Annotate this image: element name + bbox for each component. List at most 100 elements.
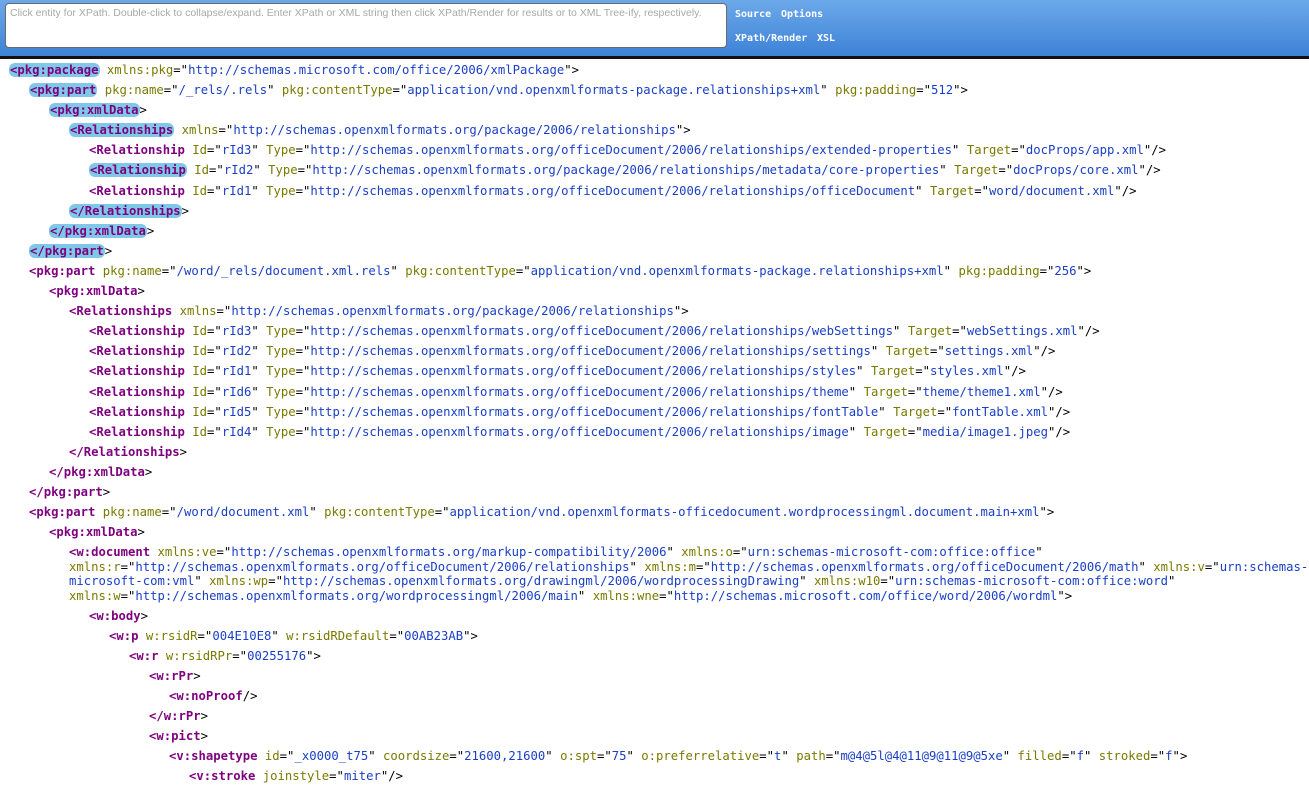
xml-attr-quote: " bbox=[577, 589, 586, 604]
xml-attr-name: pkg:contentType bbox=[324, 505, 435, 520]
xml-element-tag[interactable]: <w:rPr bbox=[149, 669, 193, 683]
xml-attr-equals: =" bbox=[218, 123, 234, 138]
xml-attr-value: rId3 bbox=[221, 143, 252, 158]
xml-attr-value: http://schemas.openxmlformats.org/markup… bbox=[231, 545, 667, 560]
xml-attr-name: pkg:contentType bbox=[405, 263, 516, 278]
xml-attr-name: Id bbox=[192, 324, 208, 339]
xml-element-tag[interactable]: <Relationship bbox=[89, 143, 185, 157]
xml-attr-name: xmlns:wp bbox=[209, 574, 269, 589]
xml-attr-value: rId1 bbox=[221, 183, 252, 198]
xml-element-tag[interactable]: </pkg:xmlData bbox=[49, 223, 147, 238]
xml-tag-close: > bbox=[137, 525, 145, 540]
xml-attr-equals: =" bbox=[732, 545, 748, 560]
xml-element-tag[interactable]: <Relationship bbox=[89, 184, 185, 198]
options-link[interactable]: Options bbox=[781, 9, 823, 20]
xml-element-tag[interactable]: <Relationship bbox=[89, 425, 185, 439]
xml-attr-quote: " bbox=[1114, 183, 1122, 198]
xml-element-tag[interactable]: <w:r bbox=[129, 649, 159, 663]
xml-attr-name: Target bbox=[907, 324, 953, 339]
xml-attr-quote: " bbox=[1035, 545, 1043, 560]
xml-element-tag[interactable]: <pkg:part bbox=[29, 264, 95, 278]
xml-line: <pkg:part pkg:name="/word/_rels/document… bbox=[9, 261, 1309, 281]
xml-element-tag[interactable]: <w:noProof bbox=[169, 689, 243, 703]
xml-line: <w:noProof/> bbox=[9, 686, 1309, 706]
xml-element-tag[interactable]: </Relationships bbox=[69, 445, 180, 459]
source-link[interactable]: Source bbox=[735, 9, 771, 20]
xml-element-tag[interactable]: <pkg:xmlData bbox=[49, 103, 140, 118]
xml-attr-equals: =" bbox=[216, 545, 232, 560]
xml-element-tag[interactable]: </Relationships bbox=[69, 203, 182, 218]
xml-attr-name: stroked bbox=[1098, 749, 1151, 764]
xml-attr-name: Type bbox=[266, 344, 296, 359]
xml-attr-name: xmlns:w bbox=[69, 589, 121, 604]
xml-element-tag[interactable]: <Relationship bbox=[89, 364, 185, 378]
xml-attr-equals: =" bbox=[295, 384, 311, 399]
xml-attr-value: http://schemas.openxmlformats.org/wordpr… bbox=[135, 589, 578, 604]
xml-attr-value: http://schemas.openxmlformats.org/office… bbox=[310, 344, 871, 359]
xml-element-tag[interactable]: </pkg:part bbox=[29, 243, 105, 258]
xml-attr-name: Type bbox=[266, 424, 296, 439]
xml-attr-value: media/image1.jpeg bbox=[922, 424, 1048, 439]
xml-attr-equals: =" bbox=[389, 628, 405, 643]
xml-attr-quote: " bbox=[1033, 344, 1041, 359]
xml-attr-name: Target bbox=[870, 364, 916, 379]
xml-attr-equals: =" bbox=[515, 263, 531, 278]
xml-attr-name: xmlns:ve bbox=[157, 545, 217, 560]
xml-element-tag[interactable]: </w:rPr bbox=[149, 709, 201, 723]
xml-attr-name: xmlns:m bbox=[644, 559, 696, 574]
xml-tag-close: > bbox=[179, 444, 188, 459]
xml-attr-name: Type bbox=[266, 324, 296, 339]
xml-element-tag[interactable]: <Relationship bbox=[89, 385, 185, 399]
xml-attr-equals: =" bbox=[1039, 263, 1055, 278]
xml-attr-value: http://schemas.openxmlformats.org/packag… bbox=[231, 304, 674, 319]
xml-attr-name: xmlns:o bbox=[681, 545, 733, 560]
xml-tag-close: > bbox=[200, 729, 209, 744]
xml-element-tag[interactable]: </pkg:xmlData bbox=[49, 465, 145, 479]
xml-line: <pkg:part pkg:name="/word/document.xml" … bbox=[9, 502, 1309, 522]
xml-element-tag[interactable]: <Relationships bbox=[69, 304, 172, 318]
xml-element-tag[interactable]: <pkg:part bbox=[29, 83, 98, 98]
xml-attr-quote: " bbox=[878, 404, 886, 419]
xml-attr-name: Type bbox=[266, 404, 296, 419]
xml-attr-quote: " bbox=[463, 628, 471, 643]
xml-attr-equals: =" bbox=[659, 589, 674, 604]
xml-attr-value: t bbox=[774, 749, 782, 764]
xml-element-tag[interactable]: <pkg:xmlData bbox=[49, 284, 138, 298]
xml-attr-quote: " bbox=[856, 364, 864, 379]
xml-attr-equals: =" bbox=[295, 424, 311, 439]
xml-element-tag[interactable]: <w:body bbox=[89, 609, 141, 623]
xml-attr-equals: =" bbox=[207, 324, 222, 339]
xml-line: <w:pict> bbox=[9, 726, 1309, 746]
xml-line: <w:p w:rsidR="004E10E8" w:rsidRDefault="… bbox=[9, 626, 1309, 646]
xml-element-tag[interactable]: <Relationship bbox=[89, 344, 185, 358]
xml-element-tag[interactable]: <pkg:xmlData bbox=[49, 525, 138, 539]
xml-attr-name: xmlns:wne bbox=[592, 589, 660, 604]
xml-element-tag[interactable]: <pkg:part bbox=[29, 505, 95, 519]
xml-tag-close: > bbox=[139, 103, 147, 118]
xpath-input[interactable] bbox=[5, 3, 727, 48]
xml-tag-close: > bbox=[144, 464, 153, 479]
xml-element-tag[interactable]: <Relationships bbox=[69, 123, 175, 138]
xml-element-tag[interactable]: <Relationship bbox=[89, 163, 187, 178]
xml-tag-close: > bbox=[102, 484, 111, 499]
xml-attr-name: Target bbox=[966, 143, 1012, 158]
xml-line: <pkg:xmlData> bbox=[9, 100, 1309, 120]
xml-element-tag[interactable]: <Relationship bbox=[89, 324, 185, 338]
xml-attr-name: xmlns:r bbox=[69, 559, 121, 574]
xml-element-tag[interactable]: </pkg:part bbox=[29, 485, 103, 499]
xml-line: </pkg:part> bbox=[9, 241, 1309, 261]
xml-attr-name: w:rsidRPr bbox=[165, 648, 233, 663]
xml-attr-quote: " bbox=[1057, 589, 1065, 604]
xml-attr-quote: " bbox=[1138, 559, 1146, 574]
xsl-link[interactable]: XSL bbox=[817, 33, 835, 44]
xml-element-tag[interactable]: <w:pict bbox=[149, 729, 201, 743]
xml-element-tag[interactable]: <v:shapetype bbox=[169, 749, 258, 763]
xml-attr-equals: =" bbox=[279, 749, 295, 764]
xpath-render-link[interactable]: XPath/Render bbox=[735, 33, 807, 44]
xml-element-tag[interactable]: <v:stroke bbox=[189, 769, 255, 783]
xml-element-tag[interactable]: <Relationship bbox=[89, 405, 185, 419]
xml-element-tag[interactable]: <w:p bbox=[109, 629, 139, 643]
xml-element-tag[interactable]: <w:document bbox=[69, 545, 150, 559]
xml-element-tag[interactable]: <pkg:package bbox=[9, 63, 100, 77]
xml-attr-quote: " bbox=[545, 749, 553, 764]
